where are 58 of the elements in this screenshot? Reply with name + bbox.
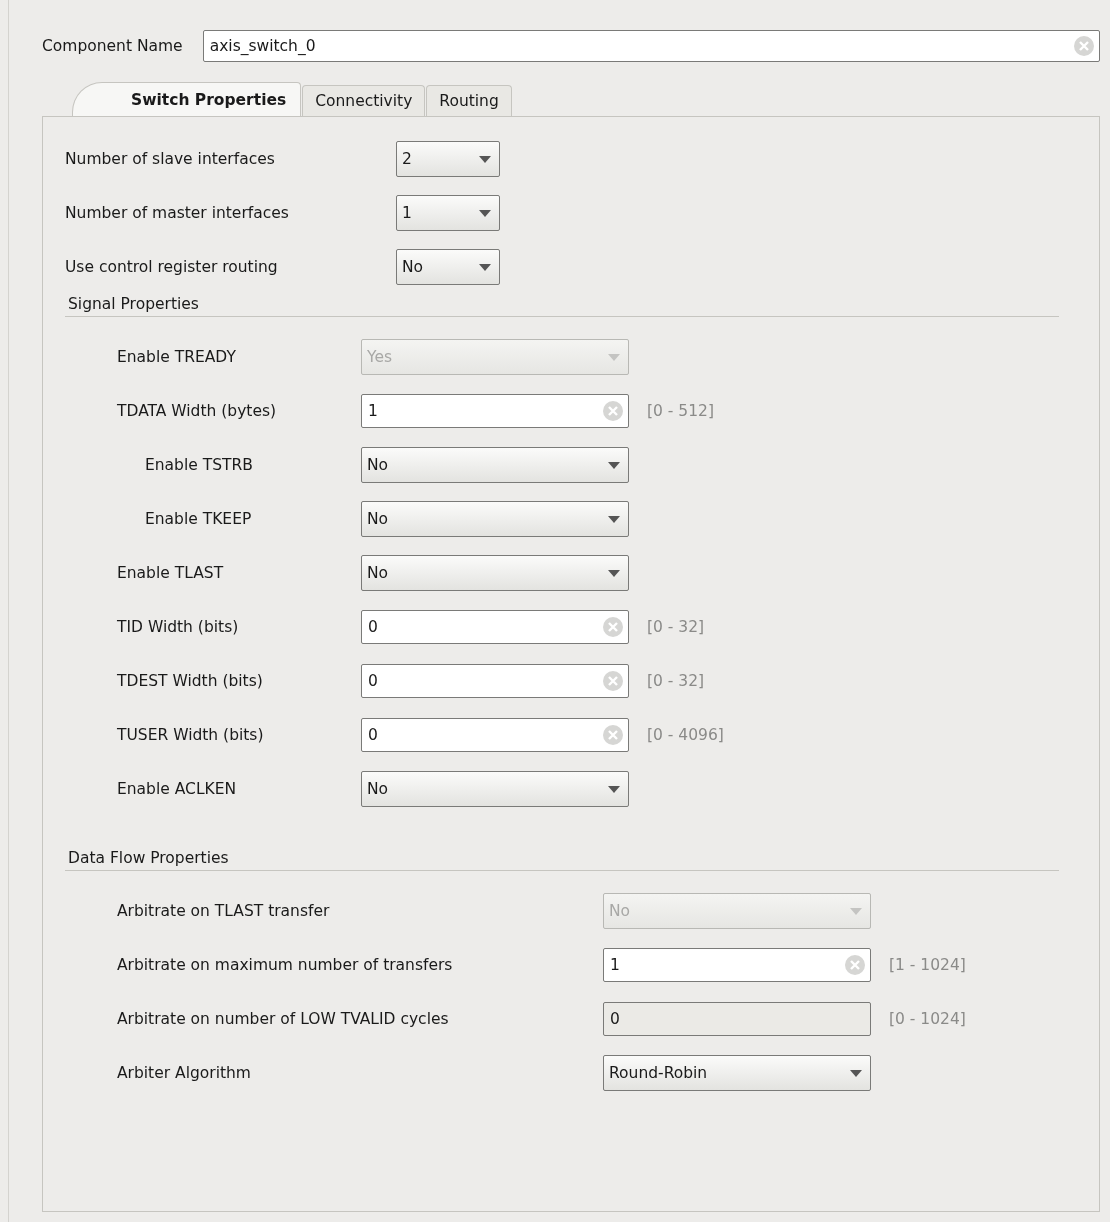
field-label: Component Name bbox=[42, 37, 183, 55]
field-label: TUSER Width (bits) bbox=[117, 726, 265, 744]
caret-icon bbox=[479, 209, 491, 217]
input-field[interactable]: 1 bbox=[361, 394, 629, 428]
clear-icon[interactable] bbox=[602, 724, 624, 746]
clear-icon[interactable] bbox=[602, 670, 624, 692]
field-label: Number of master interfaces bbox=[65, 204, 290, 222]
field-label: Use control register routing bbox=[65, 258, 279, 276]
input-field[interactable]: 0 bbox=[361, 718, 629, 752]
field-label: TDATA Width (bytes) bbox=[117, 402, 278, 420]
field-label: TDEST Width (bits) bbox=[117, 672, 264, 690]
section-title: Signal Properties bbox=[65, 295, 1059, 317]
range-hint: [0 - 32] bbox=[647, 618, 705, 636]
caret-icon bbox=[608, 353, 620, 361]
clear-icon[interactable] bbox=[1073, 35, 1095, 57]
dropdown[interactable]: No bbox=[361, 771, 629, 807]
input-field[interactable]: axis_switch_0 bbox=[202, 30, 1100, 62]
dropdown[interactable]: 2 bbox=[396, 141, 500, 177]
field-label: Enable TSTRB bbox=[145, 456, 254, 474]
field-label: Enable TLAST bbox=[117, 564, 225, 582]
caret-icon bbox=[479, 155, 491, 163]
caret-icon bbox=[608, 515, 620, 523]
tab[interactable]: Routing bbox=[426, 85, 512, 116]
clear-icon[interactable] bbox=[602, 616, 624, 638]
field-label: Enable TKEEP bbox=[145, 510, 253, 528]
dropdown[interactable]: No bbox=[361, 447, 629, 483]
field-label: Arbitrate on maximum number of transfers bbox=[117, 956, 454, 974]
caret-icon bbox=[850, 907, 862, 915]
range-hint: [0 - 512] bbox=[647, 402, 714, 420]
range-hint: [1 - 1024] bbox=[889, 956, 966, 974]
caret-icon bbox=[608, 785, 620, 793]
dropdown[interactable]: No bbox=[361, 501, 629, 537]
range-hint: [0 - 1024] bbox=[889, 1010, 966, 1028]
caret-icon bbox=[608, 461, 620, 469]
caret-icon bbox=[850, 1069, 862, 1077]
dropdown[interactable]: 1 bbox=[396, 195, 500, 231]
caret-icon bbox=[479, 263, 491, 271]
range-hint: [0 - 4096] bbox=[647, 726, 724, 744]
field-label: Enable ACLKEN bbox=[117, 780, 238, 798]
range-hint: [0 - 32] bbox=[647, 672, 705, 690]
dropdown[interactable]: No bbox=[361, 555, 629, 591]
clear-icon[interactable] bbox=[602, 400, 624, 422]
section-title: Data Flow Properties bbox=[65, 849, 1059, 871]
clear-icon[interactable] bbox=[844, 954, 866, 976]
field-label: Arbitrate on TLAST transfer bbox=[117, 902, 331, 920]
field-label: Enable TREADY bbox=[117, 348, 237, 366]
field-label: TID Width (bits) bbox=[117, 618, 240, 636]
dropdown[interactable]: Round-Robin bbox=[603, 1055, 871, 1091]
field-label: Arbitrate on number of LOW TVALID cycles bbox=[117, 1010, 450, 1028]
caret-icon bbox=[608, 569, 620, 577]
input-field[interactable]: 1 bbox=[603, 948, 871, 982]
tab[interactable]: Switch Properties bbox=[72, 82, 302, 116]
input-field[interactable]: 0 bbox=[361, 664, 629, 698]
dropdown[interactable]: No bbox=[396, 249, 500, 285]
field-label: Number of slave interfaces bbox=[65, 150, 276, 168]
input-field[interactable]: 0 bbox=[361, 610, 629, 644]
tab[interactable]: Connectivity bbox=[302, 85, 426, 116]
field-label: Arbiter Algorithm bbox=[117, 1064, 252, 1082]
